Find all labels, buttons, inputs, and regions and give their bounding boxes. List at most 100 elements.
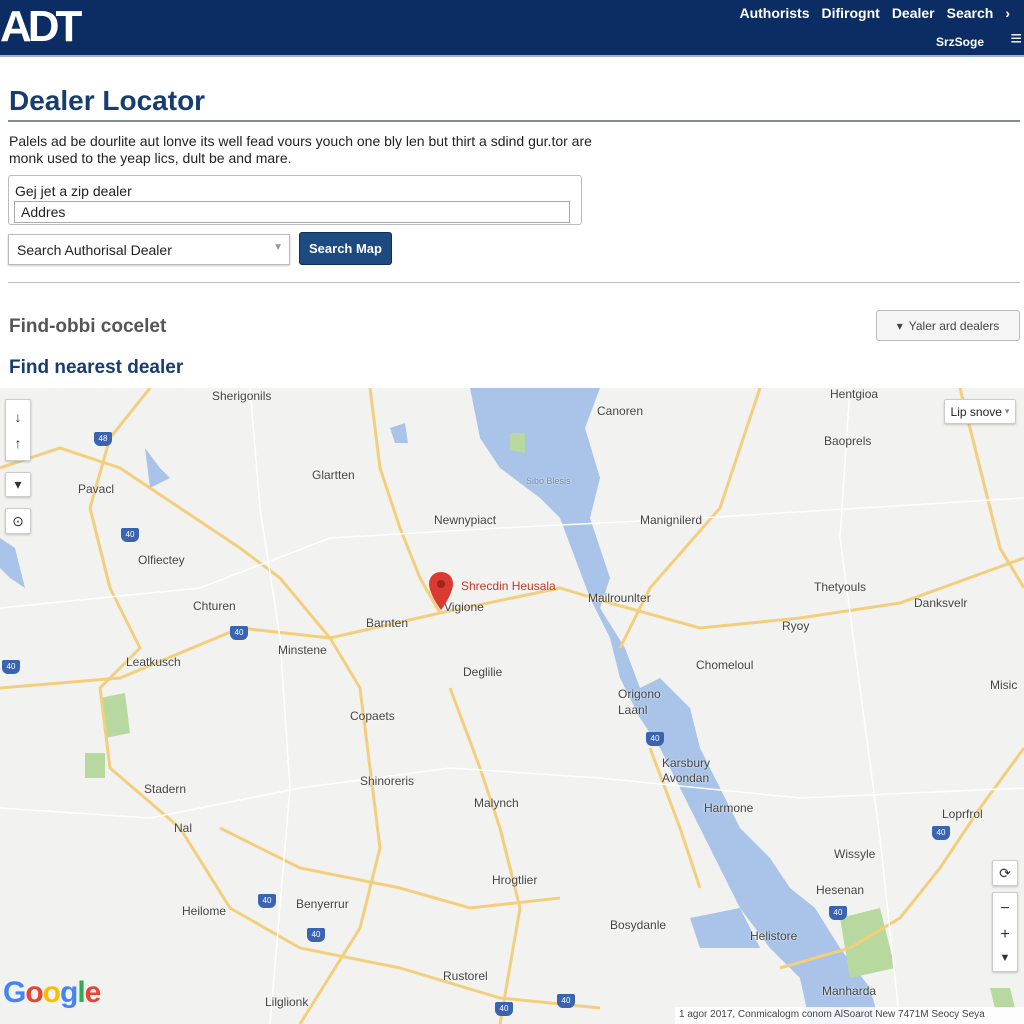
map-label: Wissyle: [834, 847, 876, 861]
map-label: Harmone: [704, 801, 754, 815]
map-label: Thetyouls: [814, 580, 867, 594]
map-label: Manignilerd: [640, 513, 703, 527]
map-label: Karsbury Avondan: [662, 756, 711, 785]
layer-label: Lip snove: [950, 404, 1002, 419]
map-label: Rustorel: [443, 969, 488, 983]
map-label: Olfiectey: [138, 553, 185, 567]
filter-dealers-button[interactable]: ▾ Yaler ard dealers: [876, 310, 1020, 341]
chevron-down-icon: ▾: [1004, 406, 1010, 416]
divider: [8, 120, 1020, 122]
map-label: Deglilie: [463, 665, 503, 679]
chevron-down-icon: ▾: [896, 318, 903, 333]
section-heading: Find-obbi cocelet: [9, 316, 167, 337]
locate-button[interactable]: ⊙: [5, 508, 31, 534]
chevron-right-icon[interactable]: ›: [1005, 5, 1010, 21]
zoom-controls: − + ▼: [992, 892, 1018, 972]
select-value: Search Authorisal Dealer: [17, 242, 172, 258]
map-label: Newnypiact: [434, 513, 497, 527]
address-box: Gej jet a zip dealer: [8, 175, 582, 225]
zoom-in-icon[interactable]: +: [1000, 926, 1009, 944]
hamburger-icon[interactable]: ≡: [1010, 29, 1022, 49]
map-label: Benyerrur: [296, 897, 349, 911]
map-label: Helistore: [750, 929, 798, 943]
marker-label[interactable]: Shrecdin Heusala: [461, 579, 556, 593]
water: [0, 388, 880, 1024]
pan-controls[interactable]: ↓ ↑: [5, 399, 31, 461]
map-label: Origono Laanl: [618, 687, 661, 717]
nav-dealer[interactable]: Dealer: [892, 5, 935, 21]
map-label: Ryoy: [782, 619, 810, 633]
map-label: Mailrounlter: [588, 591, 651, 605]
map-label: Leatkusch: [126, 655, 181, 669]
nav-sub-link[interactable]: SrzSoge: [936, 35, 984, 49]
map-label: Barnten: [366, 616, 409, 630]
filter-label: Yaler ard dealers: [908, 318, 1000, 333]
map-label: Misic: [990, 678, 1018, 692]
google-logo: Google: [3, 976, 101, 1009]
map-label: Manharda: [822, 984, 877, 998]
arrow-up-icon[interactable]: ↑: [15, 435, 22, 451]
map-label: Sherigonils: [212, 389, 272, 403]
map-label: Sibo Blesis: [526, 476, 571, 486]
arrow-down-icon[interactable]: ↓: [15, 409, 22, 425]
caret-down-icon: ▾: [14, 476, 22, 492]
main-nav: Authorists Difirognt Dealer Search ›: [739, 5, 1010, 21]
top-navigation-bar: ADT Authorists Difirognt Dealer Search ›…: [0, 0, 1024, 57]
target-icon: ⊙: [12, 512, 24, 529]
parks: [85, 433, 1015, 1008]
map-label: Danksvelr: [914, 596, 968, 610]
highway-shield-icon: 40: [495, 1002, 513, 1016]
dealer-type-select[interactable]: Search Authorisal Dealer ▼: [8, 234, 290, 265]
map-label: Bosydanle: [610, 918, 667, 932]
map-label: Lilglionk: [265, 995, 309, 1009]
highway-shield-icon: 40: [121, 528, 139, 542]
map-label: Shinoreris: [360, 774, 415, 788]
map-label: Hentgioa: [830, 388, 879, 401]
map-label: Pavacl: [78, 482, 115, 496]
compass-icon[interactable]: ▼: [1000, 952, 1011, 964]
map-label: Copaets: [350, 709, 395, 723]
map-label: Chomeloul: [696, 658, 754, 672]
map-label: Baoprels: [824, 434, 872, 448]
highway-shield-icon: 40: [932, 826, 950, 840]
zip-label: Gej jet a zip dealer: [15, 183, 132, 199]
highway-shield-icon: 40: [829, 906, 847, 920]
map-attribution[interactable]: 1 agor 2017, Conmicalogm conom AlSoarot …: [675, 1007, 1024, 1024]
chevron-down-icon: ▼: [273, 242, 283, 253]
map-label: Nal: [174, 821, 193, 835]
nav-difirognt[interactable]: Difirognt: [821, 5, 879, 21]
collapse-button[interactable]: ▾: [5, 472, 31, 497]
nav-authorists[interactable]: Authorists: [739, 5, 809, 21]
map-label: Loprfrol: [942, 807, 983, 821]
highway-shield-icon: 40: [557, 994, 575, 1008]
highway-shield-icon: 48: [94, 432, 112, 446]
map-label: Canoren: [597, 404, 644, 418]
adt-logo[interactable]: ADT: [0, 2, 82, 52]
highway-shield-icon: 40: [258, 894, 276, 908]
map-label: Stadern: [144, 782, 187, 796]
map-label: Minstene: [278, 643, 327, 657]
layer-select[interactable]: Lip snove ▾: [944, 399, 1016, 424]
map-base: [0, 388, 1024, 1024]
page-title: Dealer Locator: [9, 85, 206, 116]
section-heading-nearest: Find nearest dealer: [9, 357, 184, 378]
map-label: Chturen: [193, 599, 236, 613]
dealer-marker-icon[interactable]: [429, 572, 453, 612]
map-label: Hesenan: [816, 883, 865, 897]
map[interactable]: Sherigonils Canoren Hentgioa Baoprels Gl…: [0, 388, 1024, 1024]
highway-shield-icon: 40: [646, 732, 664, 746]
map-label: Malynch: [474, 796, 519, 810]
highway-shield-icon: 40: [230, 626, 248, 640]
map-label: Glartten: [312, 468, 355, 482]
description: Palels ad be dourlite aut lonve its well…: [9, 133, 592, 166]
map-label: Hrogtlier: [492, 873, 538, 887]
nav-search[interactable]: Search: [947, 5, 994, 21]
highway-shield-icon: 40: [2, 660, 20, 674]
rotate-icon: ⟳: [999, 864, 1011, 881]
highway-shield-icon: 40: [307, 928, 325, 942]
map-label: Heilome: [182, 904, 227, 918]
zoom-out-icon[interactable]: −: [1000, 900, 1009, 918]
search-map-button[interactable]: Search Map: [299, 232, 392, 265]
address-input[interactable]: [14, 201, 570, 223]
rotate-button[interactable]: ⟳: [992, 860, 1018, 886]
